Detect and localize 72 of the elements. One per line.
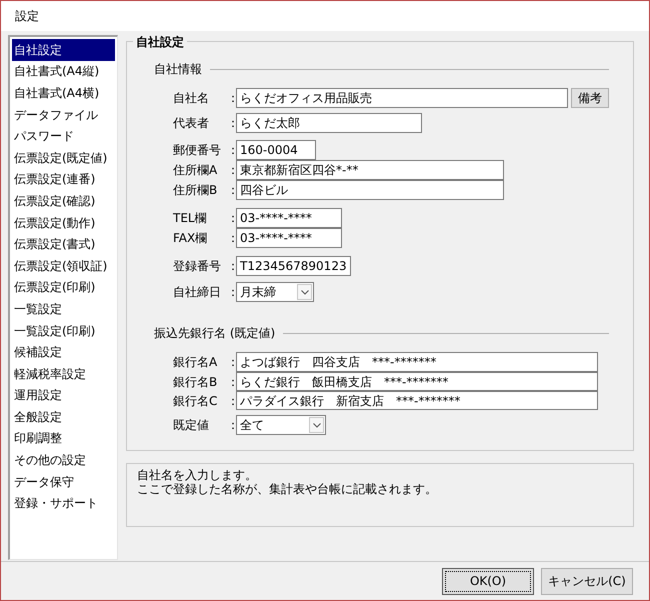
- colon: ：: [227, 392, 236, 410]
- field-label: TEL欄: [173, 210, 208, 227]
- colon: ：: [227, 284, 236, 301]
- field-label: 自社締日: [173, 284, 222, 301]
- colon: ：: [227, 417, 236, 434]
- text-field[interactable]: 四谷ビル: [236, 180, 504, 200]
- field-label: 既定値: [173, 417, 210, 434]
- colon: ：: [227, 115, 236, 132]
- field-label: 住所欄A: [173, 162, 218, 179]
- sidebar-item[interactable]: 伝票設定(連番): [12, 168, 115, 190]
- colon: ：: [227, 210, 236, 227]
- colon: ：: [227, 230, 236, 247]
- text-field[interactable]: パラダイス銀行 新宿支店 ***-*******: [236, 391, 598, 410]
- notes-button[interactable]: 備考: [571, 88, 609, 108]
- sidebar-item[interactable]: その他の設定: [12, 449, 115, 471]
- field-label: 住所欄B: [173, 182, 218, 199]
- field-label: 銀行名C: [173, 392, 218, 410]
- colon: ：: [227, 182, 236, 199]
- sidebar-item[interactable]: 伝票設定(印刷): [12, 276, 115, 298]
- text-field[interactable]: 東京都新宿区四谷*-**: [236, 160, 504, 180]
- section-title: 自社情報: [154, 61, 202, 78]
- field-label: FAX欄: [173, 230, 208, 247]
- section-title: 振込先銀行名 (既定値): [154, 325, 276, 342]
- sidebar-item[interactable]: 伝票設定(動作): [12, 212, 115, 234]
- sidebar-item[interactable]: 伝票設定(領収証): [12, 254, 115, 277]
- sidebar-item[interactable]: 一覧設定: [12, 298, 115, 320]
- sidebar-item[interactable]: 全般設定: [12, 406, 115, 428]
- sidebar-item[interactable]: 伝票設定(確認): [12, 190, 115, 212]
- text-field[interactable]: らくだ太郎: [236, 113, 422, 133]
- colon: ：: [227, 258, 236, 275]
- sidebar-item[interactable]: 候補設定: [12, 341, 115, 363]
- field-label: 登録番号: [173, 258, 222, 275]
- text-field[interactable]: 160-0004: [236, 140, 316, 160]
- text-field[interactable]: T1234567890123: [236, 256, 351, 276]
- sidebar-item[interactable]: 運用設定: [12, 384, 115, 406]
- sidebar-item[interactable]: 印刷調整: [12, 428, 115, 450]
- text-field[interactable]: よつば銀行 四谷支店 ***-*******: [236, 352, 598, 372]
- help-text: 自社名を入力します。: [137, 468, 258, 482]
- chevron-down-icon: [300, 290, 308, 294]
- chevron-down-icon: [312, 422, 320, 428]
- sidebar-item[interactable]: 伝票設定(既定値): [12, 146, 115, 169]
- colon: ：: [227, 162, 236, 179]
- help-text: ここで登録した名称が、集計表や台帳に記載されます。: [137, 482, 438, 496]
- sidebar-item[interactable]: データファイル: [12, 104, 115, 126]
- sidebar-item[interactable]: 自社書式(A4縦): [12, 60, 115, 82]
- text-field[interactable]: 03-****-****: [236, 208, 342, 228]
- sidebar-item[interactable]: データ保守: [12, 470, 115, 492]
- sidebar-item[interactable]: 軽減税率設定: [12, 362, 115, 384]
- dropdown[interactable]: 月末締: [236, 282, 314, 302]
- colon: ：: [227, 374, 236, 390]
- window-title: 設定: [15, 8, 39, 25]
- sidebar-item[interactable]: 登録・サポート: [12, 492, 115, 514]
- sidebar-item[interactable]: 伝票設定(書式): [12, 233, 115, 255]
- dropdown[interactable]: 全て: [236, 415, 326, 435]
- colon: ：: [227, 90, 236, 107]
- dialog-button[interactable]: OK(O): [442, 568, 534, 594]
- sidebar-item[interactable]: パスワード: [12, 125, 115, 147]
- sidebar-item[interactable]: 自社設定: [12, 39, 115, 61]
- field-label: 自社名: [173, 90, 210, 107]
- sidebar-item[interactable]: 一覧設定(印刷): [12, 320, 115, 342]
- text-field[interactable]: らくだ銀行 飯田橋支店 ***-*******: [236, 372, 598, 391]
- field-label: 郵便番号: [173, 142, 222, 159]
- text-field[interactable]: 03-****-****: [236, 228, 342, 248]
- sidebar-item[interactable]: 自社書式(A4横): [12, 82, 115, 104]
- dialog-button[interactable]: キャンセル(C): [541, 568, 633, 594]
- group-title: 自社設定: [133, 33, 187, 51]
- colon: ：: [227, 354, 236, 371]
- field-label: 銀行名B: [173, 374, 218, 390]
- field-label: 銀行名A: [173, 354, 218, 371]
- colon: ：: [227, 142, 236, 159]
- text-field[interactable]: らくだオフィス用品販売: [236, 88, 568, 108]
- field-label: 代表者: [173, 115, 210, 132]
